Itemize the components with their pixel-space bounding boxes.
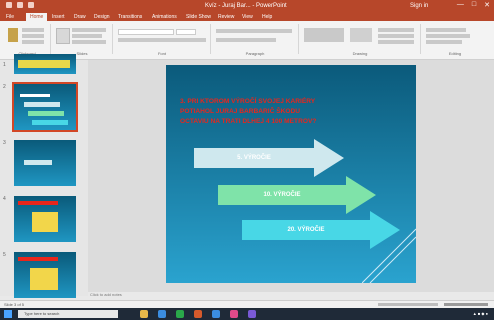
- taskbar-app-icon[interactable]: [248, 310, 256, 318]
- slide-counter: Slide 3 of 5: [4, 302, 25, 307]
- tab-insert[interactable]: Insert: [52, 14, 65, 20]
- paragraph-group[interactable]: Paragraph: [212, 24, 299, 56]
- windows-taskbar: Type here to search ▲ ■ ◆ ●: [0, 308, 494, 320]
- slide-thumbnail-5[interactable]: [14, 252, 76, 298]
- tab-help[interactable]: Help: [262, 14, 272, 20]
- tab-home[interactable]: Home: [26, 13, 48, 21]
- drawing-group[interactable]: Drawing: [300, 24, 421, 56]
- tab-review[interactable]: Review: [218, 14, 234, 20]
- slide-thumbnail-3[interactable]: [14, 140, 76, 186]
- answer-arrow-1[interactable]: 5. VÝROČIE: [194, 139, 344, 177]
- view-buttons[interactable]: [378, 303, 438, 306]
- quick-access-toolbar[interactable]: [6, 2, 34, 8]
- taskbar-search-input[interactable]: Type here to search: [18, 310, 118, 318]
- minimize-button[interactable]: —: [457, 1, 464, 9]
- tab-animations[interactable]: Animations: [152, 14, 177, 20]
- decorative-lines: [362, 228, 416, 283]
- group-label: Drawing: [352, 51, 368, 56]
- redo-icon[interactable]: [28, 2, 34, 8]
- taskbar-app-icon[interactable]: [194, 310, 202, 318]
- undo-icon[interactable]: [17, 2, 23, 8]
- tab-draw[interactable]: Draw: [74, 14, 86, 20]
- question-text[interactable]: 3. PRI KTOROM VÝROČÍ SVOJEJ KARIÉRY POTI…: [180, 97, 410, 127]
- group-label: Editing: [448, 51, 462, 56]
- maximize-button[interactable]: □: [472, 1, 476, 9]
- notes-pane[interactable]: Click to add notes: [90, 292, 122, 297]
- sign-in-link[interactable]: Sign in: [410, 3, 428, 9]
- answer-arrow-2[interactable]: 10. VÝROČIE: [218, 176, 376, 214]
- tab-file[interactable]: File: [6, 14, 14, 20]
- slide-thumbnail-2[interactable]: [12, 82, 78, 132]
- font-group[interactable]: Font: [114, 24, 211, 56]
- tab-transitions[interactable]: Transitions: [118, 14, 142, 20]
- taskbar-app-icons[interactable]: [140, 310, 256, 318]
- slide-thumbnail-4[interactable]: [14, 196, 76, 242]
- slide-number: 2: [3, 84, 6, 90]
- slide-number: 4: [3, 196, 6, 202]
- slide-number: 3: [3, 140, 6, 146]
- window-controls[interactable]: — □ ✕: [457, 1, 490, 9]
- answer-label: 5. VÝROČIE: [237, 155, 271, 161]
- window-title: Kvíz - Juraj Bar... - PowerPoint: [205, 3, 287, 9]
- save-icon[interactable]: [6, 2, 12, 8]
- tab-slide-show[interactable]: Slide Show: [186, 14, 211, 20]
- taskbar-app-icon[interactable]: [140, 310, 148, 318]
- current-slide[interactable]: 3. PRI KTOROM VÝROČÍ SVOJEJ KARIÉRY POTI…: [166, 65, 416, 283]
- clipboard-group[interactable]: Clipboard: [4, 24, 51, 56]
- system-tray: ▲ ■ ◆ ●: [472, 311, 488, 316]
- ribbon-tabs: File Home Insert Draw Design Transitions…: [0, 12, 494, 21]
- slide-number: 1: [3, 62, 6, 68]
- close-button[interactable]: ✕: [484, 1, 490, 9]
- taskbar-app-icon[interactable]: [176, 310, 184, 318]
- tab-design[interactable]: Design: [94, 14, 110, 20]
- slides-group[interactable]: Slides: [52, 24, 113, 56]
- taskbar-app-icon[interactable]: [158, 310, 166, 318]
- answer-label: 10. VÝROČIE: [263, 192, 301, 198]
- tab-view[interactable]: View: [242, 14, 253, 20]
- slide-thumbnail-1[interactable]: [14, 54, 76, 74]
- answer-label: 20. VÝROČIE: [287, 227, 325, 233]
- title-bar: Kvíz - Juraj Bar... - PowerPoint Sign in…: [0, 0, 494, 12]
- windows-start-icon[interactable]: [4, 310, 12, 318]
- group-label: Font: [157, 51, 166, 56]
- taskbar-app-icon[interactable]: [212, 310, 220, 318]
- editing-group[interactable]: Editing: [422, 24, 488, 56]
- taskbar-app-icon[interactable]: [230, 310, 238, 318]
- slide-thumbnails-panel[interactable]: 1 2 3 4 5: [0, 54, 88, 298]
- group-label: Paragraph: [245, 51, 265, 56]
- zoom-slider[interactable]: [444, 303, 488, 306]
- slide-number: 5: [3, 252, 6, 258]
